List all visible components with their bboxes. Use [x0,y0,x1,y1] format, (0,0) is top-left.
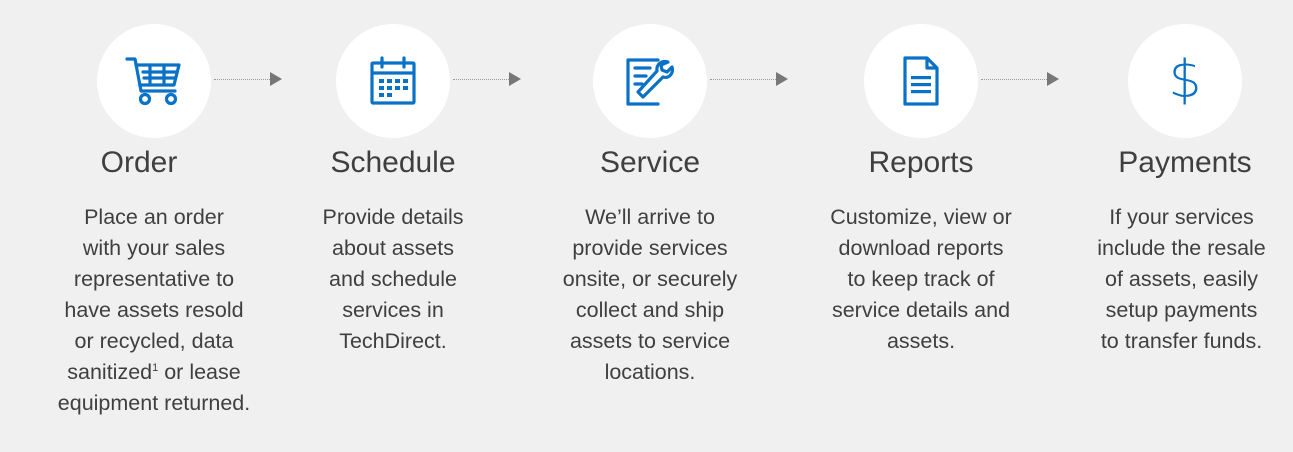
step-title-payments: Payments [1118,146,1252,179]
document-icon [903,56,939,106]
desc-line: of assets, easily [1105,267,1258,291]
desc-line: with your sales [82,236,226,260]
desc-line: have assets resold [64,298,244,322]
desc-line: service details and [831,298,1011,322]
desc-line: services in [342,298,444,322]
step-title-reports: Reports [868,146,974,179]
order-icon-circle [97,24,211,138]
step-connector-arrow [453,72,525,88]
desc-line: assets. [886,329,956,353]
step-connector-arrow [214,72,286,88]
step-title-service: Service [599,146,701,179]
schedule-icon-circle [336,24,450,138]
desc-text: or lease [158,360,241,384]
step-title-order: Order [100,146,178,179]
step-connector-arrow [710,72,790,88]
desc-line: about assets [332,236,454,260]
desc-line: sanitized1 or lease [9,357,299,388]
desc-line: and schedule [329,267,457,291]
payments-icon-circle: $ [1128,24,1242,138]
desc-line: or recycled, data [74,329,234,353]
desc-line: setup payments [1105,298,1258,322]
desc-line: to keep track of [847,267,995,291]
desc-line: If your services [1109,205,1254,229]
desc-text: sanitized [67,360,153,384]
desc-line: Customize, view or [830,205,1012,229]
desc-line: equipment returned. [57,391,251,415]
dollar-icon: $ [1168,50,1202,110]
desc-line: to transfer funds. [1100,329,1263,353]
wrench-service-icon [626,58,675,106]
step-title-schedule: Schedule [330,146,456,179]
reports-icon-circle [864,24,978,138]
step-description-service: We’ll arrive to provide services onsite,… [540,202,760,388]
desc-line: TechDirect. [339,329,447,353]
desc-line: assets to service [569,329,731,353]
desc-line: provide services [572,236,728,260]
step-description-reports: Customize, view or download reports to k… [801,202,1041,357]
step-description-order: Place an order with your sales represent… [9,202,299,419]
desc-line: download reports [838,236,1004,260]
desc-line: Place an order [84,205,224,229]
step-connector-arrow [981,72,1061,88]
desc-line: We’ll arrive to [585,205,715,229]
service-icon-circle [593,24,707,138]
calendar-icon [370,56,416,105]
step-description-payments: If your services include the resale of a… [1070,202,1293,357]
desc-line: include the resale [1097,236,1266,260]
desc-line: locations. [604,360,696,384]
desc-line: representative to [73,267,235,291]
desc-line: collect and ship [575,298,725,322]
shopping-cart-icon [125,57,181,106]
desc-line: onsite, or securely [562,267,738,291]
desc-line: Provide details [322,205,464,229]
step-description-schedule: Provide details about assets and schedul… [293,202,493,357]
